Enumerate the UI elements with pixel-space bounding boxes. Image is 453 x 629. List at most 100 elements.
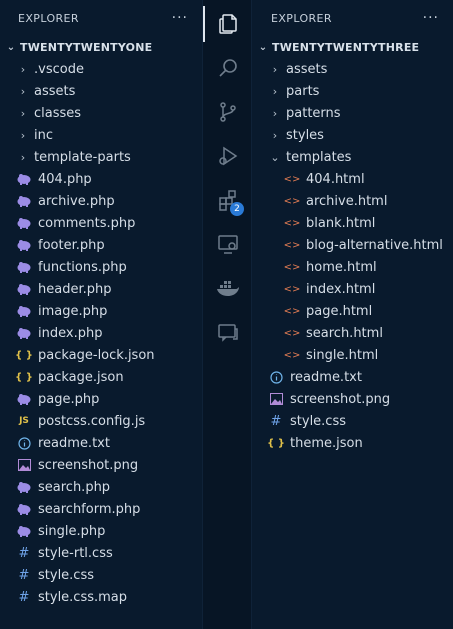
item-label: single.html [306,347,379,363]
json-file-icon: { } [15,371,33,383]
file-item[interactable]: <> search.html [252,322,453,344]
root-folder-label: TWENTYTWENTYONE [20,40,153,54]
item-label: patterns [286,105,341,121]
item-label: index.php [38,325,103,341]
php-file-icon [16,501,32,517]
folder-item[interactable]: › .vscode [0,58,202,80]
file-item[interactable]: comments.php [0,212,202,234]
file-item[interactable]: image.php [0,300,202,322]
chevron-right-icon: › [20,62,26,76]
file-item[interactable]: { } package.json [0,366,202,388]
html-file-icon: <> [283,349,301,361]
file-item[interactable]: searchform.php [0,498,202,520]
file-item[interactable]: <> single.html [252,344,453,366]
file-item[interactable]: # style.css [0,564,202,586]
file-item[interactable]: <> 404.html [252,168,453,190]
item-label: templates [286,149,352,165]
file-item[interactable]: { } theme.json [252,432,453,454]
php-file-icon [16,237,32,253]
file-item[interactable]: screenshot.png [252,388,453,410]
file-item[interactable]: readme.txt [0,432,202,454]
folder-item[interactable]: › inc [0,124,202,146]
folder-item[interactable]: › assets [252,58,453,80]
item-label: page.php [38,391,100,407]
file-item[interactable]: page.php [0,388,202,410]
activity-bar: 2 [202,0,252,629]
item-label: theme.json [290,435,363,451]
item-label: image.php [38,303,108,319]
chevron-down-icon: ⌄ [270,150,280,164]
chevron-right-icon: › [20,84,26,98]
php-file-icon [16,523,32,539]
folder-item[interactable]: › styles [252,124,453,146]
extensions-badge: 2 [230,202,244,216]
file-item[interactable]: <> home.html [252,256,453,278]
explorer-header: EXPLORER ··· [0,0,202,36]
file-item[interactable]: search.php [0,476,202,498]
more-actions-button[interactable]: ··· [423,10,439,26]
file-item[interactable]: # style-rtl.css [0,542,202,564]
file-item[interactable]: # style.css.map [0,586,202,608]
folder-item[interactable]: › assets [0,80,202,102]
item-label: single.php [38,523,106,539]
info-file-icon [268,369,284,385]
docker-icon[interactable] [203,266,253,310]
folder-item[interactable]: › patterns [252,102,453,124]
css-file-icon: # [270,413,282,429]
file-item[interactable]: <> archive.html [252,190,453,212]
php-file-icon [16,215,32,231]
item-label: styles [286,127,324,143]
file-item[interactable]: JS postcss.config.js [0,410,202,432]
item-label: readme.txt [38,435,110,451]
source-control-icon[interactable] [203,90,253,134]
file-item[interactable]: archive.php [0,190,202,212]
item-label: archive.html [306,193,388,209]
php-file-icon [16,259,32,275]
folder-item[interactable]: › classes [0,102,202,124]
more-actions-button[interactable]: ··· [172,10,188,26]
file-item[interactable]: header.php [0,278,202,300]
file-item[interactable]: footer.php [0,234,202,256]
workspace-root-folder[interactable]: ⌄ TWENTYTWENTYTHREE [252,36,453,58]
file-item[interactable]: index.php [0,322,202,344]
file-item[interactable]: readme.txt [252,366,453,388]
item-label: archive.php [38,193,115,209]
item-label: search.html [306,325,383,341]
item-label: searchform.php [38,501,141,517]
html-file-icon: <> [283,217,301,229]
workspace-root-folder[interactable]: ⌄ TWENTYTWENTYONE [0,36,202,58]
file-item[interactable]: single.php [0,520,202,542]
file-item[interactable]: <> index.html [252,278,453,300]
right-explorer-pane: EXPLORER ··· ⌄ TWENTYTWENTYTHREE › assets… [252,0,453,629]
folder-item[interactable]: ⌄ templates [252,146,453,168]
php-file-icon [16,281,32,297]
extensions-icon[interactable]: 2 [203,178,253,222]
item-label: assets [286,61,328,77]
image-file-icon [16,457,32,473]
live-share-icon[interactable] [203,310,253,354]
file-item[interactable]: screenshot.png [0,454,202,476]
chevron-down-icon: ⌄ [6,41,16,53]
explorer-icon[interactable] [203,2,253,46]
item-label: page.html [306,303,373,319]
file-item[interactable]: <> blank.html [252,212,453,234]
php-file-icon [16,193,32,209]
php-file-icon [16,479,32,495]
file-item[interactable]: <> blog-alternative.html [252,234,453,256]
file-item[interactable]: 404.php [0,168,202,190]
chevron-right-icon: › [20,150,26,164]
item-label: style-rtl.css [38,545,113,561]
folder-item[interactable]: › parts [252,80,453,102]
item-label: functions.php [38,259,127,275]
file-item[interactable]: # style.css [252,410,453,432]
folder-item[interactable]: › template-parts [0,146,202,168]
file-item[interactable]: functions.php [0,256,202,278]
chevron-right-icon: › [20,106,26,120]
item-label: comments.php [38,215,136,231]
search-icon[interactable] [203,46,253,90]
explorer-title: EXPLORER [18,11,79,25]
file-item[interactable]: <> page.html [252,300,453,322]
file-item[interactable]: { } package-lock.json [0,344,202,366]
run-debug-icon[interactable] [203,134,253,178]
remote-explorer-icon[interactable] [203,222,253,266]
